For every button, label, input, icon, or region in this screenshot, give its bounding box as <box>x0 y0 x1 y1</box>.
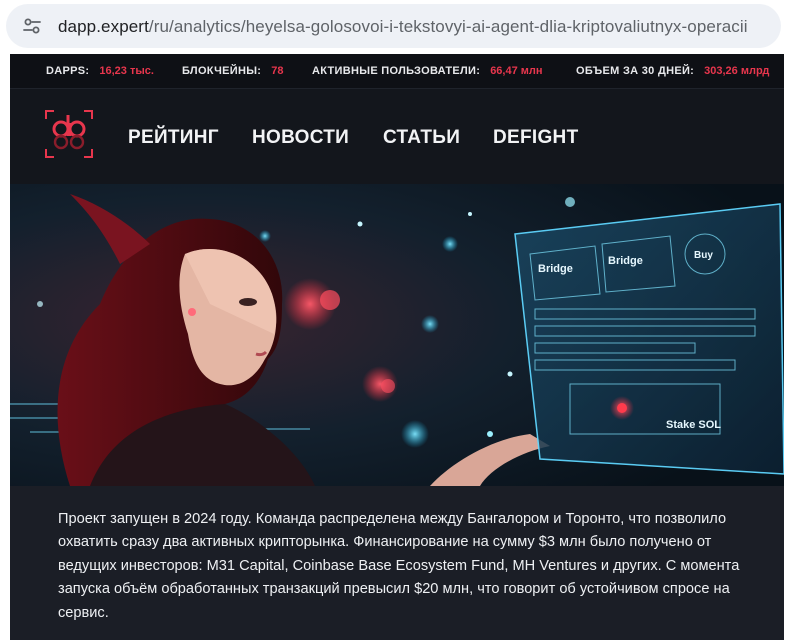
article-paragraph: Проект запущен в 2024 году. Команда расп… <box>58 511 740 621</box>
nav-item-articles[interactable]: СТАТЬИ <box>383 127 460 149</box>
url-field[interactable]: dapp.expert/ru/analytics/heyelsa-golosov… <box>6 4 781 48</box>
dapp-expert-logo-icon[interactable] <box>44 109 94 159</box>
url-host: dapp.expert <box>58 17 149 36</box>
stat-label: ОБЪЕМ ЗА 30 ДНЕЙ: <box>576 65 695 77</box>
article-body: Проект запущен в 2024 году. Команда расп… <box>10 486 784 640</box>
stat-blockchains[interactable]: БЛОКЧЕЙНЫ: 78 <box>182 65 284 77</box>
stat-volume-30d[interactable]: ОБЪЕМ ЗА 30 ДНЕЙ: 303,26 млрд <box>576 65 769 77</box>
stat-value: 303,26 млрд <box>704 65 770 77</box>
nav-item-rating[interactable]: РЕЙТИНГ <box>128 127 219 149</box>
url-path: /ru/analytics/heyelsa-golosovoi-i-teksto… <box>148 17 748 36</box>
stat-value: 66,47 млн <box>490 65 543 77</box>
stat-value: 78 <box>271 65 284 77</box>
stat-active-users[interactable]: АКТИВНЫЕ ПОЛЬЗОВАТЕЛИ: 66,47 млн <box>312 65 543 77</box>
site-info-icon[interactable] <box>22 16 42 36</box>
screen-label-bridge-1: Bridge <box>538 263 573 275</box>
hero-image: Bridge Bridge Buy Stake SOL <box>10 184 784 486</box>
url-text[interactable]: dapp.expert/ru/analytics/heyelsa-golosov… <box>58 17 748 37</box>
stat-label: DAPPS: <box>46 65 90 77</box>
stats-bar: DAPPS: 16,23 тыс. БЛОКЧЕЙНЫ: 78 АКТИВНЫЕ П… <box>10 54 784 88</box>
stat-value: 16,23 тыс. <box>99 65 154 77</box>
hero-illustration: Bridge Bridge Buy Stake SOL <box>10 184 784 486</box>
screen-label-buy: Buy <box>694 250 713 261</box>
nav-item-defight[interactable]: DEFIGHT <box>493 127 579 149</box>
nav-item-news[interactable]: НОВОСТИ <box>252 127 349 149</box>
stat-label: АКТИВНЫЕ ПОЛЬЗОВАТЕЛИ: <box>312 65 481 77</box>
website: DAPPS: 16,23 тыс. БЛОКЧЕЙНЫ: 78 АКТИВНЫЕ П… <box>10 54 784 640</box>
screen-label-bridge-2: Bridge <box>608 255 643 267</box>
browser-address-bar: dapp.expert/ru/analytics/heyelsa-golosov… <box>0 0 787 52</box>
main-nav: РЕЙТИНГ НОВОСТИ СТАТЬИ DEFIGHT <box>10 88 784 181</box>
stat-label: БЛОКЧЕЙНЫ: <box>182 65 262 77</box>
screen-label-stake-sol: Stake SOL <box>666 419 721 431</box>
stat-dapps[interactable]: DAPPS: 16,23 тыс. <box>46 65 154 77</box>
